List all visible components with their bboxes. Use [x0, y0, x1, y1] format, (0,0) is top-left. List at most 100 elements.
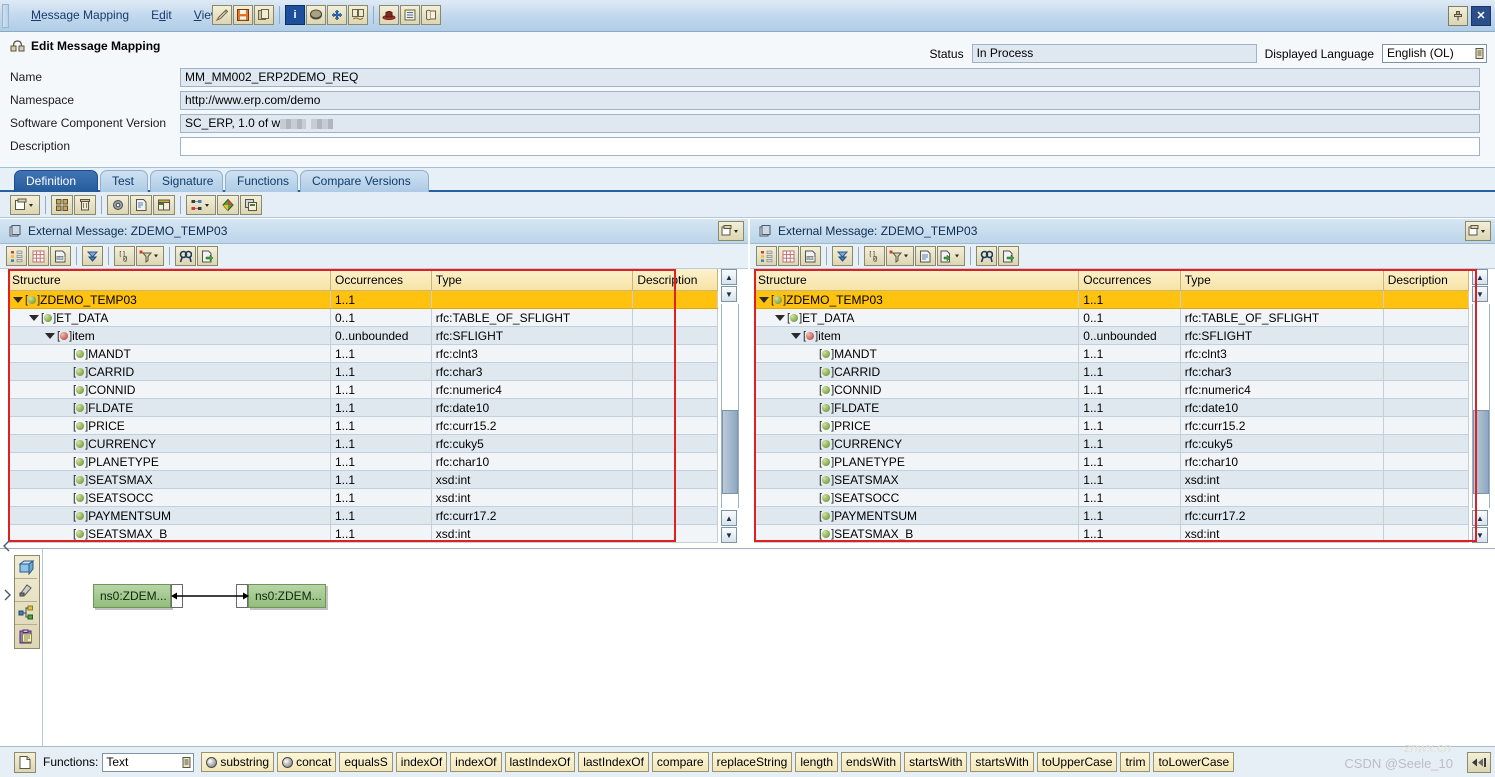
- table-row[interactable]: [] SEATSMAX_B 1..1 xsd:int: [754, 524, 1469, 543]
- table-row[interactable]: [] FLDATE 1..1 rfc:date10: [8, 398, 718, 417]
- tree-twisty-icon[interactable]: [12, 294, 23, 305]
- cell-description[interactable]: [632, 308, 718, 327]
- cell-type[interactable]: rfc:char3: [1180, 362, 1384, 381]
- software-component-version-field[interactable]: SC_ERP, 1.0 of w: [180, 114, 1480, 133]
- cell-occurrences[interactable]: 1..1: [1078, 416, 1181, 435]
- cell-description[interactable]: [632, 506, 718, 525]
- source-scroll-down-bottom[interactable]: ▼: [721, 527, 737, 543]
- source-text-icon[interactable]: SRC: [800, 246, 821, 266]
- cell-type[interactable]: rfc:curr17.2: [431, 506, 634, 525]
- cell-description[interactable]: [632, 488, 718, 507]
- cell-description[interactable]: [632, 290, 718, 309]
- tab-test[interactable]: Test: [100, 170, 148, 192]
- cell-structure[interactable]: [] FLDATE: [754, 398, 1080, 417]
- cell-structure[interactable]: [] PAYMENTSUM: [8, 506, 331, 525]
- pencil-edit-icon[interactable]: [212, 5, 232, 25]
- save-icon[interactable]: [233, 5, 253, 25]
- cell-occurrences[interactable]: 1..1: [330, 470, 432, 489]
- tree-twisty-icon[interactable]: [28, 312, 39, 323]
- table-row[interactable]: [] CONNID 1..1 rfc:numeric4: [754, 380, 1469, 399]
- find-icon[interactable]: [976, 246, 997, 266]
- value-mapping-icon[interactable]: [217, 195, 239, 215]
- function-button[interactable]: replaceString: [711, 752, 793, 772]
- table-row[interactable]: [] SEATSOCC 1..1 xsd:int: [754, 488, 1469, 507]
- name-field[interactable]: MM_MM002_ERP2DEMO_REQ: [180, 68, 1480, 87]
- pin-icon[interactable]: [1448, 6, 1468, 26]
- table-row[interactable]: [] PAYMENTSUM 1..1 rfc:curr17.2: [8, 506, 718, 525]
- cell-occurrences[interactable]: 1..1: [330, 416, 432, 435]
- cell-description[interactable]: [1383, 470, 1469, 489]
- dependencies-dropdown-icon[interactable]: [186, 195, 216, 215]
- cell-structure[interactable]: [] MANDT: [8, 344, 331, 363]
- target-scroll-thumb[interactable]: [1473, 410, 1489, 494]
- cell-structure[interactable]: [] SEATSOCC: [754, 488, 1080, 507]
- cell-type[interactable]: rfc:date10: [431, 398, 634, 417]
- tree-twisty-icon[interactable]: [790, 330, 801, 341]
- grid-view-icon[interactable]: [28, 246, 49, 266]
- cell-structure[interactable]: [] CURRENCY: [8, 434, 331, 453]
- target-pane-detach[interactable]: [1465, 221, 1491, 241]
- target-scroll-up-bottom[interactable]: ▲: [1472, 510, 1488, 526]
- cell-structure[interactable]: [] MANDT: [754, 344, 1080, 363]
- col-structure[interactable]: Structure: [754, 269, 1080, 291]
- detach-dropdown-icon[interactable]: [718, 221, 744, 241]
- cell-structure[interactable]: [] ZDEMO_TEMP03: [8, 290, 331, 309]
- cell-type[interactable]: rfc:curr17.2: [1180, 506, 1384, 525]
- function-button[interactable]: toLowerCase: [1153, 752, 1235, 772]
- cell-occurrences[interactable]: 1..1: [330, 488, 432, 507]
- cell-description[interactable]: [1383, 326, 1469, 345]
- detach-dropdown-icon[interactable]: [1465, 221, 1491, 241]
- source-scroll-up-top[interactable]: ▲: [721, 269, 737, 285]
- table-row[interactable]: [] item 0..unbounded rfc:SFLIGHT: [754, 326, 1469, 345]
- cell-structure[interactable]: [] CARRID: [8, 362, 331, 381]
- cell-structure[interactable]: [] ET_DATA: [8, 308, 331, 327]
- function-button[interactable]: indexOf: [450, 752, 502, 772]
- close-icon[interactable]: ✕: [1471, 6, 1491, 26]
- cell-occurrences[interactable]: 1..1: [330, 506, 432, 525]
- function-button[interactable]: trim: [1120, 752, 1151, 772]
- tab-functions[interactable]: Functions: [225, 170, 298, 192]
- export-icon[interactable]: [998, 246, 1019, 266]
- scroll-icon[interactable]: [421, 5, 441, 25]
- function-button[interactable]: substring: [201, 752, 275, 772]
- namespace-icon[interactable]: [] @: [114, 246, 135, 266]
- cell-structure[interactable]: [] FLDATE: [8, 398, 331, 417]
- cell-type[interactable]: [431, 290, 634, 309]
- cell-type[interactable]: rfc:char3: [431, 362, 634, 381]
- cell-structure[interactable]: [] PLANETYPE: [754, 452, 1080, 471]
- expand-all-icon[interactable]: [82, 246, 103, 266]
- settings-gear-icon[interactable]: [107, 195, 129, 215]
- mapping-node-source[interactable]: ns0:ZDEM...: [93, 584, 171, 608]
- source-scroll-track[interactable]: [721, 304, 739, 508]
- cell-description[interactable]: [1383, 290, 1469, 309]
- source-text-icon[interactable]: SRC: [50, 246, 71, 266]
- source-scroll-up-bottom[interactable]: ▲: [721, 510, 737, 526]
- cell-description[interactable]: [1383, 452, 1469, 471]
- table-row[interactable]: [] ET_DATA 0..1 rfc:TABLE_OF_SFLIGHT: [8, 308, 718, 327]
- function-button[interactable]: equalsS: [339, 752, 393, 772]
- target-scroll-track[interactable]: [1472, 304, 1490, 508]
- table-row[interactable]: [] SEATSMAX 1..1 xsd:int: [8, 470, 718, 489]
- cell-occurrences[interactable]: 1..1: [330, 434, 432, 453]
- tree-twisty-icon[interactable]: [758, 294, 769, 305]
- filter-dropdown-icon[interactable]: [886, 246, 914, 266]
- source-pane-detach[interactable]: [718, 221, 744, 241]
- cell-type[interactable]: rfc:TABLE_OF_SFLIGHT: [1180, 308, 1384, 327]
- cell-type[interactable]: rfc:TABLE_OF_SFLIGHT: [431, 308, 634, 327]
- cell-type[interactable]: rfc:date10: [1180, 398, 1384, 417]
- table-row[interactable]: [] ET_DATA 0..1 rfc:TABLE_OF_SFLIGHT: [754, 308, 1469, 327]
- target-scroll-down-bottom[interactable]: ▼: [1472, 527, 1488, 543]
- cell-type[interactable]: rfc:SFLIGHT: [431, 326, 634, 345]
- cell-occurrences[interactable]: 1..1: [330, 344, 432, 363]
- cell-description[interactable]: [632, 326, 718, 345]
- cell-structure[interactable]: [] ET_DATA: [754, 308, 1080, 327]
- source-scroll-thumb[interactable]: [722, 410, 738, 494]
- hat-icon[interactable]: [379, 5, 399, 25]
- cell-occurrences[interactable]: 0..1: [1078, 308, 1181, 327]
- cell-type[interactable]: xsd:int: [431, 488, 634, 507]
- function-button[interactable]: indexOf: [395, 752, 448, 772]
- col-type[interactable]: Type: [1180, 269, 1384, 291]
- cell-occurrences[interactable]: 1..1: [1078, 488, 1181, 507]
- cell-type[interactable]: rfc:char10: [1180, 452, 1384, 471]
- cell-structure[interactable]: [] item: [754, 326, 1080, 345]
